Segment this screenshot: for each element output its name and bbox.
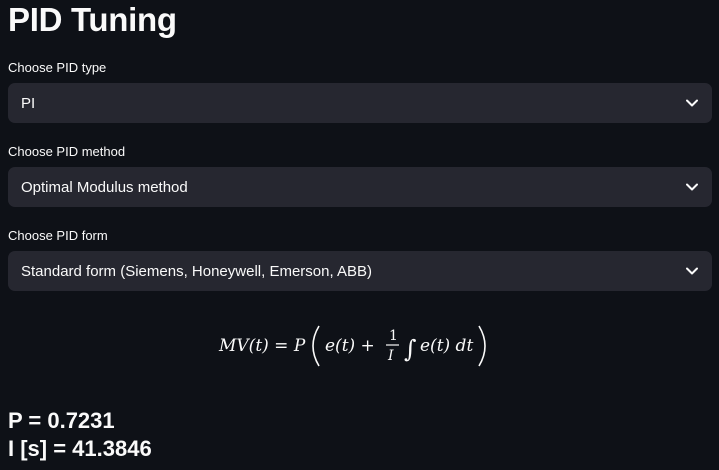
pid-form-select[interactable]: Standard form (Siemens, Honeywell, Emers… — [8, 251, 712, 291]
formula-integral: ∫ — [404, 335, 417, 363]
pid-form-selected-value: Standard form (Siemens, Honeywell, Emers… — [21, 262, 372, 280]
formula-frac-den: I — [387, 348, 394, 364]
formula-term1: e(t) + — [325, 336, 375, 356]
pid-form-label: Choose PID form — [8, 228, 108, 243]
pid-type-label: Choose PID type — [8, 60, 107, 75]
chevron-down-icon — [685, 180, 699, 194]
page-title: PID Tuning — [8, 1, 177, 38]
pid-type-select[interactable]: PI — [8, 83, 712, 123]
pid-method-selected-value: Optimal Modulus method — [21, 178, 188, 196]
chevron-down-icon — [685, 96, 699, 110]
formula-frac-num: 1 — [389, 328, 398, 344]
pid-method-label: Choose PID method — [8, 144, 126, 159]
result-p: P = 0.7231 — [8, 408, 115, 433]
app-page: PID Tuning Choose PID type PI Choose PID… — [0, 0, 719, 470]
result-i: I [s] = 41.3846 — [8, 436, 152, 461]
formula-term2: e(t) dt — [420, 336, 473, 356]
pid-method-select[interactable]: Optimal Modulus method — [8, 167, 712, 207]
pid-formula: MV(t) = P e(t) + 1 I ∫ e(t) dt — [0, 318, 719, 374]
formula-left-paren — [311, 325, 320, 367]
formula-right-paren — [477, 325, 486, 367]
pid-formula-svg: MV(t) = P e(t) + 1 I ∫ e(t) dt — [218, 325, 486, 367]
formula-lhs: MV(t) = P — [218, 336, 306, 356]
chevron-down-icon — [685, 264, 699, 278]
pid-type-selected-value: PI — [21, 94, 36, 112]
